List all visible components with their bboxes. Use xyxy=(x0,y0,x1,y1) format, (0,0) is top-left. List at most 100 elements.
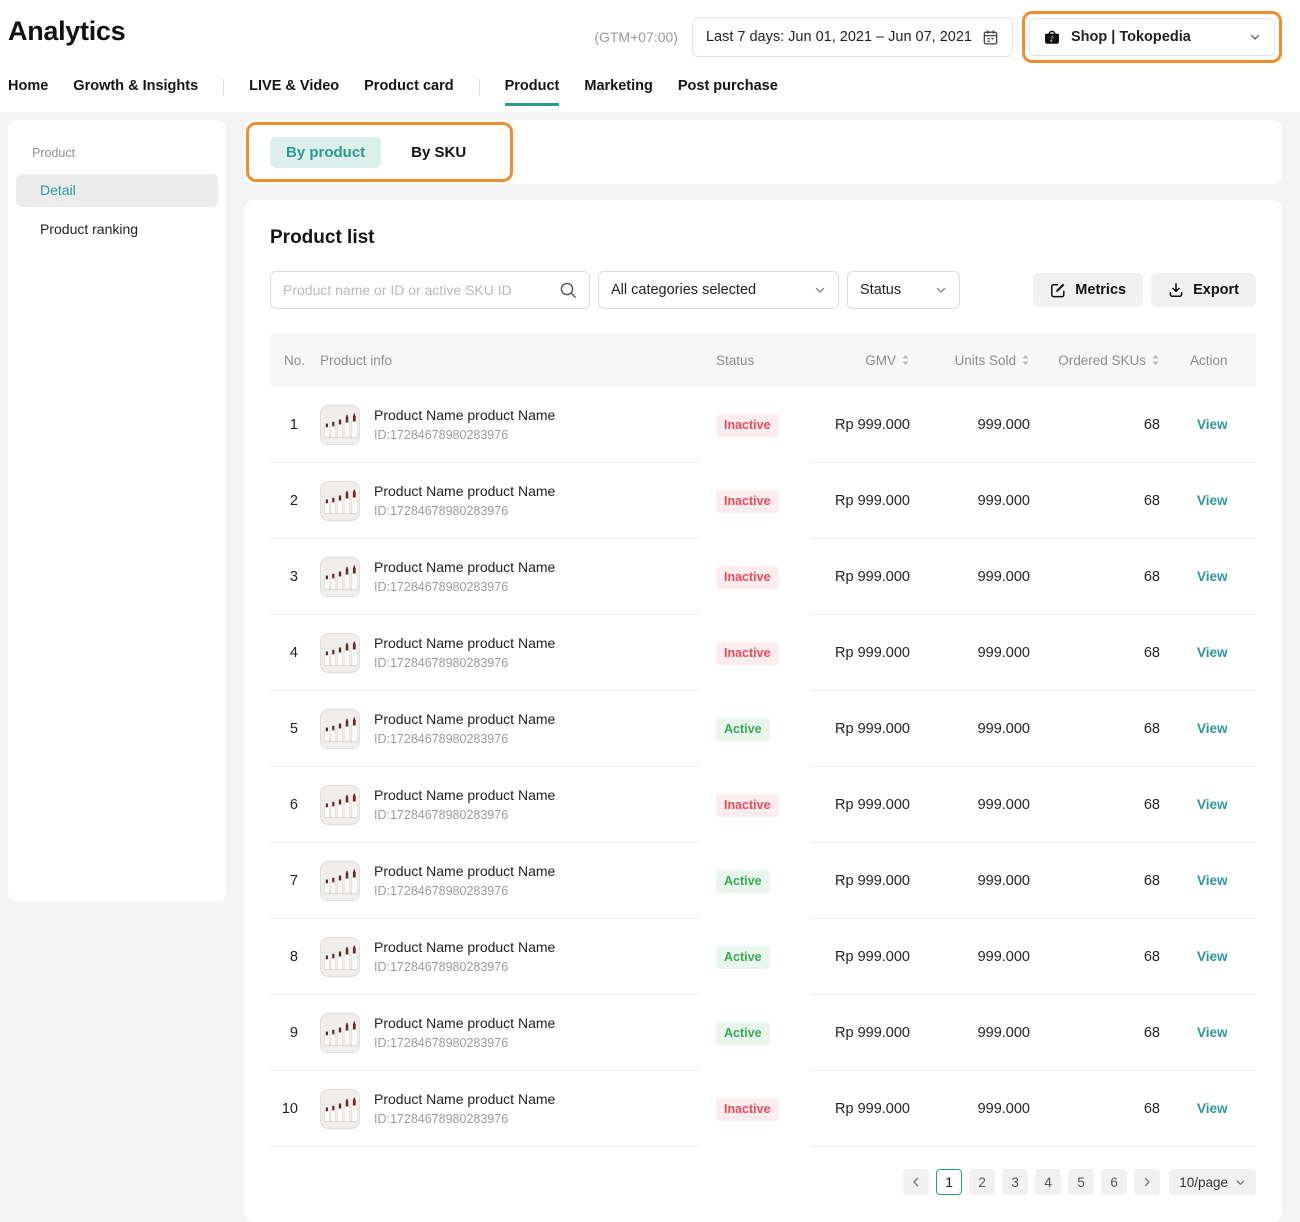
view-tabs-card: By product By SKU xyxy=(244,120,1282,184)
page-size-select[interactable]: 10/page xyxy=(1169,1169,1256,1195)
sort-icon xyxy=(1151,354,1160,366)
table-header: No. Product info Status GMV Units Sold xyxy=(270,333,1256,387)
nav-tab-home[interactable]: Home xyxy=(8,78,48,106)
product-thumbnail xyxy=(320,557,360,597)
view-link[interactable]: View xyxy=(1197,721,1228,736)
nav-tab-product[interactable]: Product xyxy=(505,78,560,106)
sidebar-section-label: Product xyxy=(32,146,218,160)
product-thumbnail xyxy=(320,633,360,673)
gmv-value: Rp 999.000 xyxy=(810,387,916,463)
tab-by-product[interactable]: By product xyxy=(270,137,381,168)
gmv-value: Rp 999.000 xyxy=(810,1071,916,1147)
row-number: 3 xyxy=(270,539,308,615)
category-filter-label: All categories selected xyxy=(611,282,756,298)
col-ordered-skus-sort[interactable]: Ordered SKUs xyxy=(1036,353,1166,368)
pagination-prev-button[interactable] xyxy=(903,1169,929,1195)
nav-tab-marketing[interactable]: Marketing xyxy=(584,78,653,106)
table-row: 6 xyxy=(270,767,1256,843)
search-box xyxy=(270,271,590,309)
table-row: 3 xyxy=(270,539,1256,615)
status-badge: Active xyxy=(716,946,770,969)
nav-tab-product-card[interactable]: Product card xyxy=(364,78,453,106)
pagination-page-1[interactable]: 1 xyxy=(936,1169,962,1195)
pagination-page-5[interactable]: 5 xyxy=(1068,1169,1094,1195)
view-link[interactable]: View xyxy=(1197,645,1228,660)
date-range-label: Last 7 days: Jun 01, 2021 – Jun 07, 2021 xyxy=(706,29,972,45)
timezone-label: (GTM+07:00) xyxy=(594,29,678,45)
view-link[interactable]: View xyxy=(1197,873,1228,888)
status-badge: Active xyxy=(716,1022,770,1045)
view-link[interactable]: View xyxy=(1197,569,1228,584)
view-link[interactable]: View xyxy=(1197,797,1228,812)
chevron-down-icon xyxy=(814,284,826,296)
row-number: 6 xyxy=(270,767,308,843)
gmv-value: Rp 999.000 xyxy=(810,919,916,995)
main-column: By product By SKU Product list All catego… xyxy=(244,120,1282,1222)
table-row: 9 xyxy=(270,995,1256,1071)
tab-by-sku[interactable]: By SKU xyxy=(411,137,466,168)
main-nav: Home Growth & Insights LIVE & Video Product… xyxy=(8,78,778,106)
sidebar-item-product-ranking[interactable]: Product ranking xyxy=(16,213,218,246)
sort-icon xyxy=(1021,354,1030,366)
product-name: Product Name product Name xyxy=(374,407,555,423)
view-link[interactable]: View xyxy=(1197,1025,1228,1040)
gmv-value: Rp 999.000 xyxy=(810,995,916,1071)
topbar-controls: (GTM+07:00) Last 7 days: Jun 01, 2021 – … xyxy=(594,11,1282,63)
table-row: 10 xyxy=(270,1071,1256,1147)
product-id: ID:17284678980283976 xyxy=(374,732,555,746)
category-filter-select[interactable]: All categories selected xyxy=(598,271,839,309)
pagination-page-3[interactable]: 3 xyxy=(1002,1169,1028,1195)
product-id: ID:17284678980283976 xyxy=(374,580,555,594)
calendar-icon xyxy=(982,29,999,46)
table-row: 4 xyxy=(270,615,1256,691)
product-name: Product Name product Name xyxy=(374,863,555,879)
status-cell: Inactive xyxy=(700,463,810,539)
product-info-cell: Product Name product Name ID:17284678980… xyxy=(308,387,700,463)
metrics-button[interactable]: Metrics xyxy=(1033,273,1143,307)
table-row: 7 xyxy=(270,843,1256,919)
status-cell: Inactive xyxy=(700,767,810,843)
pagination-page-2[interactable]: 2 xyxy=(969,1169,995,1195)
status-filter-select[interactable]: Status xyxy=(847,271,960,309)
status-badge: Active xyxy=(716,718,770,741)
product-thumbnail xyxy=(320,405,360,445)
col-units-sold-sort[interactable]: Units Sold xyxy=(916,353,1036,368)
export-button[interactable]: Export xyxy=(1151,273,1256,307)
col-no: No. xyxy=(270,353,308,368)
pagination-page-4[interactable]: 4 xyxy=(1035,1169,1061,1195)
product-name: Product Name product Name xyxy=(374,1091,555,1107)
status-cell: Active xyxy=(700,995,810,1071)
shop-selector[interactable]: ♪ Shop | Tokopedia xyxy=(1029,18,1275,56)
export-button-label: Export xyxy=(1193,282,1239,298)
ordered-skus-value: 68 xyxy=(1036,615,1166,691)
search-icon[interactable] xyxy=(559,281,577,299)
sidebar-item-detail[interactable]: Detail xyxy=(16,174,218,207)
table-row: 2 xyxy=(270,463,1256,539)
status-cell: Active xyxy=(700,919,810,995)
view-link[interactable]: View xyxy=(1197,493,1228,508)
product-id: ID:17284678980283976 xyxy=(374,1036,555,1050)
nav-tab-post-purchase[interactable]: Post purchase xyxy=(678,78,778,106)
view-link[interactable]: View xyxy=(1197,949,1228,964)
product-list-card: Product list All categories selected xyxy=(244,200,1282,1222)
nav-tab-live-video[interactable]: LIVE & Video xyxy=(249,78,339,106)
view-link[interactable]: View xyxy=(1197,417,1228,432)
sort-icon xyxy=(901,354,910,366)
search-input[interactable] xyxy=(283,282,551,298)
row-number: 9 xyxy=(270,995,308,1071)
page-size-label: 10/page xyxy=(1179,1175,1228,1190)
chevron-down-icon xyxy=(935,284,947,296)
product-name: Product Name product Name xyxy=(374,635,555,651)
row-number: 8 xyxy=(270,919,308,995)
pagination-page-6[interactable]: 6 xyxy=(1101,1169,1127,1195)
status-cell: Active xyxy=(700,843,810,919)
date-range-picker[interactable]: Last 7 days: Jun 01, 2021 – Jun 07, 2021 xyxy=(692,17,1013,57)
action-cell: View xyxy=(1166,691,1256,767)
nav-tab-growth-insights[interactable]: Growth & Insights xyxy=(73,78,198,106)
action-cell: View xyxy=(1166,539,1256,615)
pagination-next-button[interactable] xyxy=(1134,1169,1160,1195)
view-link[interactable]: View xyxy=(1197,1101,1228,1116)
col-gmv-sort[interactable]: GMV xyxy=(810,353,916,368)
nav-divider xyxy=(479,79,480,95)
gmv-value: Rp 999.000 xyxy=(810,691,916,767)
